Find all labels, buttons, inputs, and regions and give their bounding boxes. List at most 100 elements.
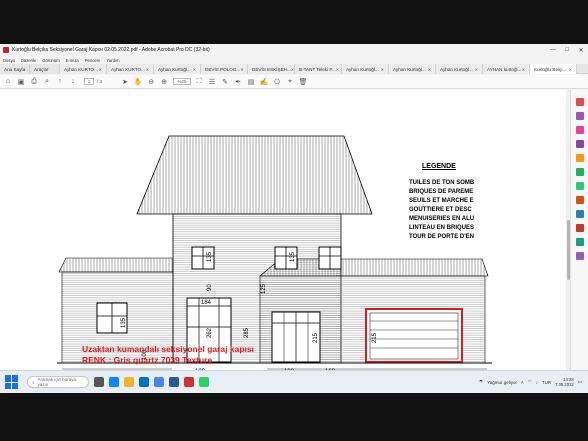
tab-label: Ayhan Kurtoğl... — [158, 66, 191, 72]
tab-document[interactable]: Ayhan Kurtoğl... ✕ — [342, 64, 389, 74]
print-icon[interactable]: ⎙ — [29, 77, 39, 87]
organize-pages-icon[interactable] — [576, 168, 584, 176]
tab-tools[interactable]: Araçlar — [30, 64, 60, 74]
compare-icon[interactable] — [576, 238, 584, 246]
word-icon[interactable] — [169, 377, 179, 387]
stamp-icon[interactable]: ⎔ — [272, 77, 282, 87]
fill-sign-icon[interactable] — [576, 196, 584, 204]
tab-label: Ayhan Kurtoğl... — [346, 66, 379, 72]
taskbar-search-input[interactable]: ⌕ Aramak için buraya yazın — [27, 376, 89, 388]
next-page-icon[interactable]: ↓ — [68, 77, 78, 87]
legend-line: TOUR DE PORTE D'EN — [409, 234, 474, 240]
tab-close-icon[interactable]: ✕ — [291, 67, 294, 72]
notification-icon[interactable]: ▭ — [578, 379, 582, 385]
pen-icon[interactable]: ✒ — [233, 77, 243, 87]
comment-icon[interactable]: ✎ — [220, 77, 230, 87]
system-tray: ☂ Yağmur geliyor ˄ ◠ ♪ TUR 14:28 7.05.20… — [479, 377, 582, 387]
weather-icon[interactable]: ☂ — [479, 379, 483, 385]
trash-icon[interactable]: 🗑 — [298, 77, 308, 87]
weather-text[interactable]: Yağmur geliyor — [487, 380, 517, 385]
zoom-out-icon[interactable]: ⊖ — [146, 77, 156, 87]
menu-view[interactable]: Görünüm — [42, 58, 59, 63]
acrobat-window: Kurtoğlu Belçika Seksiyonel Garaj Kapısı… — [0, 44, 588, 393]
tab-close-icon[interactable]: ✕ — [569, 67, 572, 72]
minimize-button[interactable]: — — [546, 47, 560, 53]
zoom-level[interactable]: %25 — [173, 78, 192, 85]
home-icon[interactable]: ⌂ — [3, 77, 13, 87]
tab-close-icon[interactable]: ✕ — [381, 67, 384, 72]
tab-close-icon[interactable]: ✕ — [240, 67, 243, 72]
prev-page-icon[interactable]: ↑ — [55, 77, 65, 87]
highlight-icon[interactable]: ▤ — [246, 77, 256, 87]
maximize-button[interactable]: □ — [560, 47, 574, 53]
tab-document[interactable]: DEVİS POLOG... ✕ — [201, 64, 248, 74]
fit-page-icon[interactable]: ⛶ — [194, 77, 204, 87]
hand-tool-icon[interactable]: ✋ — [133, 77, 143, 87]
outlook-icon[interactable] — [139, 377, 149, 387]
tab-label: DEVİS POLOG... — [205, 66, 241, 72]
search-icon[interactable]: ⌕ — [42, 77, 52, 87]
clock[interactable]: 14:28 7.05.2022 — [555, 377, 574, 387]
export-pdf-icon[interactable] — [576, 140, 584, 148]
comment-tool-icon[interactable] — [576, 154, 584, 162]
edge-icon[interactable] — [109, 377, 119, 387]
save-icon[interactable]: ▣ — [16, 77, 26, 87]
chrome-icon[interactable] — [154, 377, 164, 387]
page-number-input[interactable]: 1 — [84, 78, 94, 85]
main-roof — [136, 135, 373, 215]
tab-document[interactable]: B-TANT Teleki P... ✕ — [295, 64, 342, 74]
tab-close-icon[interactable]: ✕ — [146, 67, 149, 72]
create-pdf-icon[interactable] — [576, 98, 584, 106]
menu-file[interactable]: Dosya — [3, 58, 15, 63]
tab-home[interactable]: Ana Sayfa — [0, 64, 30, 74]
tab-document[interactable]: DEVİS ESKİŞEH... ✕ — [248, 64, 295, 74]
tab-close-icon[interactable]: ✕ — [428, 67, 431, 72]
tab-document[interactable]: Ayhan Kurtoğl... ✕ — [154, 64, 201, 74]
select-cursor-icon[interactable]: ➤ — [120, 77, 130, 87]
dim-262: 262 — [207, 327, 213, 338]
menu-edit[interactable]: Düzenle — [21, 58, 36, 63]
sign-icon[interactable]: ✍ — [259, 77, 269, 87]
scroll-mode-icon[interactable]: ☰ — [207, 77, 217, 87]
windows-start-icon[interactable] — [5, 375, 19, 389]
tab-document[interactable]: Ayhan KURTO... ✕ — [107, 64, 154, 74]
tab-document[interactable]: Ayhan KURTO... ✕ — [60, 64, 107, 74]
menu-window[interactable]: Pencere — [85, 58, 101, 63]
legend-line: TUILES DE TON SOMB — [409, 180, 475, 186]
tab-close-icon[interactable]: ✕ — [475, 67, 478, 72]
tab-label: Ayhan KURTO... — [111, 66, 145, 72]
tab-document[interactable]: Ayhan Kurtoğl... ✕ — [436, 64, 483, 74]
window-title: Kurtoğlu Belçika Seksiyonel Garaj Kapısı… — [12, 47, 210, 53]
whatsapp-icon[interactable] — [199, 377, 209, 387]
attach-icon[interactable]: ⌖ — [285, 77, 295, 87]
tab-document-active[interactable]: Kurtoğlu Belçi... ✕ — [530, 64, 577, 74]
tab-document[interactable]: Ayhan Kurtoğl... ✕ — [389, 64, 436, 74]
language-indicator[interactable]: TUR — [542, 380, 551, 385]
tab-label: B-TANT Teleki P... — [299, 66, 336, 72]
tab-close-icon[interactable]: ✕ — [336, 67, 339, 72]
volume-icon[interactable]: ♪ — [536, 380, 538, 385]
monitor-bezel-bottom — [0, 393, 588, 441]
task-view-icon[interactable] — [94, 377, 104, 387]
file-explorer-icon[interactable] — [124, 377, 134, 387]
menu-help[interactable]: Yardım — [106, 58, 119, 63]
zoom-in-icon[interactable]: ⊕ — [159, 77, 169, 87]
more-tools-icon[interactable] — [576, 252, 584, 260]
combine-files-icon[interactable] — [576, 112, 584, 120]
close-button[interactable]: ✕ — [574, 47, 588, 54]
tab-close-icon[interactable]: ✕ — [193, 67, 196, 72]
legend-title: LEGENDE — [422, 163, 456, 170]
protect-icon[interactable] — [576, 210, 584, 218]
chevron-up-icon[interactable]: ˄ — [521, 380, 524, 385]
tab-document[interactable]: AYHAN kurtoğl... ✕ — [483, 64, 530, 74]
tab-close-icon[interactable]: ✕ — [99, 67, 102, 72]
scan-icon[interactable] — [576, 182, 584, 190]
tab-close-icon[interactable]: ✕ — [522, 67, 525, 72]
acrobat-taskbar-icon[interactable] — [184, 377, 194, 387]
network-icon[interactable]: ◠ — [528, 379, 532, 385]
acrobat-app-icon — [3, 47, 9, 53]
edit-pdf-icon[interactable] — [576, 126, 584, 134]
redact-icon[interactable] — [576, 224, 584, 232]
menu-esign[interactable]: E-imza — [66, 58, 79, 63]
title-bar: Kurtoğlu Belçika Seksiyonel Garaj Kapısı… — [0, 44, 588, 56]
